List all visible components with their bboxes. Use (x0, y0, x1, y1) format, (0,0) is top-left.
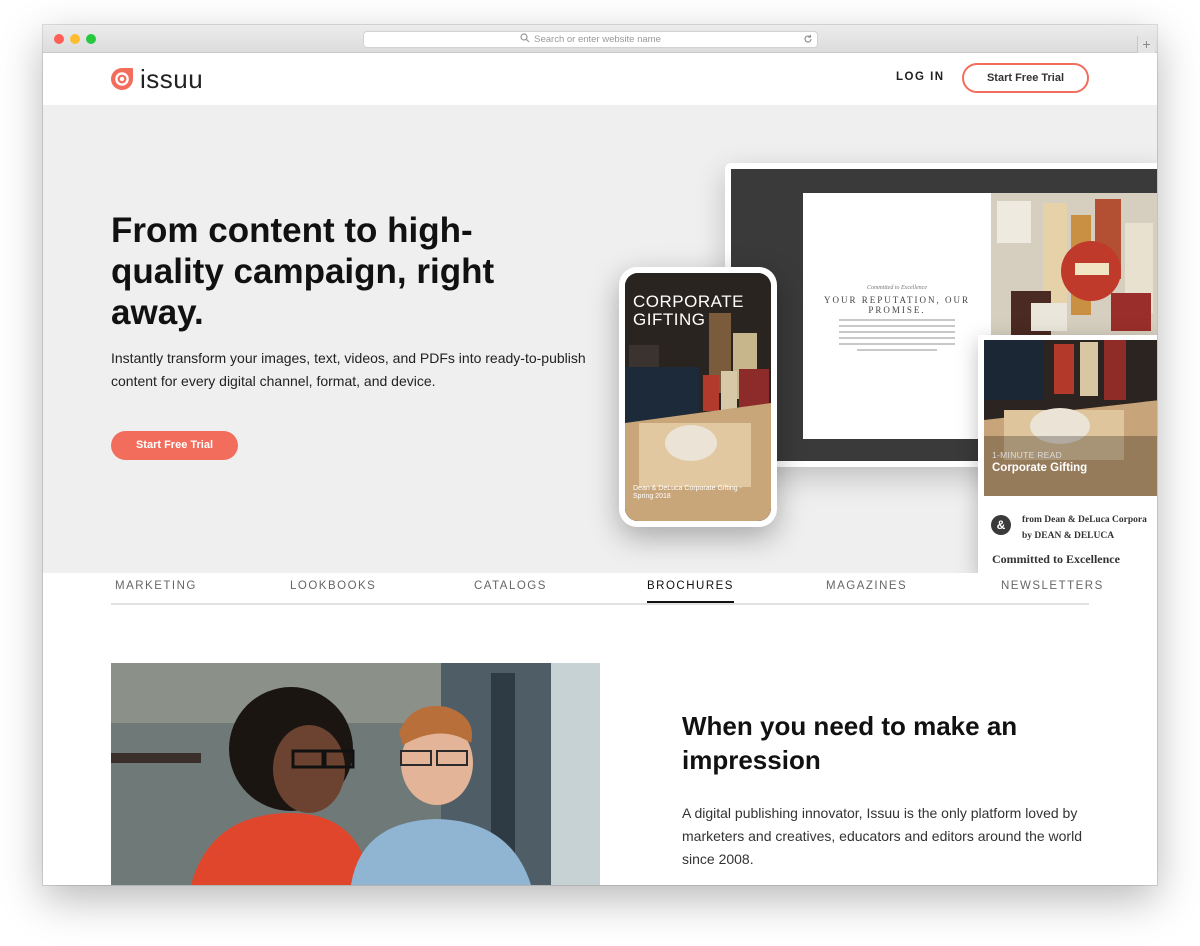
section-heading: When you need to make an impression (682, 711, 1018, 775)
hero-headline: From content to high-quality campaign, r… (111, 211, 495, 332)
tab-lookbooks[interactable]: LOOKBOOKS (290, 580, 376, 592)
close-window-button[interactable] (54, 34, 64, 44)
phone-cover-caption: Dean & DeLuca Corporate Gifting - Spring… (633, 485, 742, 500)
card-title: Corporate Gifting (992, 462, 1088, 474)
new-tab-icon[interactable]: + (1137, 36, 1155, 53)
phone-preview: CORPORATE GIFTING Dean & DeLuca Corporat… (619, 267, 777, 527)
card-article-title: Committed to Excellence (992, 552, 1120, 566)
spread-text-line (857, 349, 937, 351)
hero-start-trial-button[interactable]: Start Free Trial (111, 431, 238, 460)
phone-cover: CORPORATE GIFTING Dean & DeLuca Corporat… (625, 273, 771, 521)
reload-icon[interactable] (803, 34, 813, 44)
header-start-trial-button[interactable]: Start Free Trial (962, 63, 1089, 93)
zoom-window-button[interactable] (86, 34, 96, 44)
hero-section: From content to high-quality campaign, r… (43, 105, 1157, 573)
search-icon (520, 33, 530, 43)
tab-magazines[interactable]: MAGAZINES (826, 580, 907, 592)
category-tabs: MARKETING LOOKBOOKS CATALOGS BROCHURES M… (111, 573, 1102, 605)
hero-subtext: Instantly transform your images, text, v… (111, 350, 586, 389)
address-placeholder: Search or enter website name (534, 34, 661, 45)
browser-window: Search or enter website name + issuu LOG… (43, 25, 1157, 885)
card-read-time: 1-MINUTE READ (992, 450, 1063, 460)
card-publisher: from Dean & DeLuca Corpora by DEAN & DEL… (1022, 512, 1147, 544)
spread-kicker: Committed to Excellence (867, 285, 927, 291)
spread-text-line (839, 319, 955, 321)
publication-card[interactable]: 1-MINUTE READ Corporate Gifting & from D… (978, 335, 1157, 573)
spread-text-line (839, 337, 955, 339)
tab-catalogs[interactable]: CATALOGS (474, 580, 547, 592)
site-header: issuu LOG IN Start Free Trial (43, 53, 1157, 105)
card-cover-image: 1-MINUTE READ Corporate Gifting (984, 340, 1157, 496)
tab-newsletters[interactable]: NEWSLETTERS (1001, 580, 1104, 592)
screenshot-stage: Search or enter website name + issuu LOG… (0, 0, 1200, 946)
spread-text-line (839, 343, 955, 345)
section-body: A digital publishing innovator, Issuu is… (682, 805, 1082, 867)
logo-wordmark: issuu (140, 64, 204, 94)
spread-heading: YOUR REPUTATION, OUR PROMISE. (823, 295, 971, 315)
issuu-logo-icon (111, 68, 133, 90)
spread-left-page: Committed to Excellence YOUR REPUTATION,… (803, 193, 991, 439)
card-from-line: from Dean & DeLuca Corpora (1022, 515, 1147, 525)
login-link[interactable]: LOG IN (896, 71, 945, 83)
phone-cover-title: CORPORATE GIFTING (633, 292, 744, 329)
publisher-avatar: & (991, 515, 1011, 535)
address-bar[interactable]: Search or enter website name (363, 31, 818, 48)
spread-text-line (839, 331, 955, 333)
spread-text-line (839, 325, 955, 327)
browser-toolbar: Search or enter website name + (43, 25, 1157, 53)
tab-marketing[interactable]: MARKETING (115, 580, 197, 592)
people-photo (111, 663, 600, 885)
minimize-window-button[interactable] (70, 34, 80, 44)
coworkers-illustration (111, 663, 600, 885)
card-by-line: by DEAN & DELUCA (1022, 531, 1115, 541)
issuu-logo[interactable]: issuu (110, 65, 203, 93)
tab-brochures[interactable]: BROCHURES (647, 580, 734, 603)
